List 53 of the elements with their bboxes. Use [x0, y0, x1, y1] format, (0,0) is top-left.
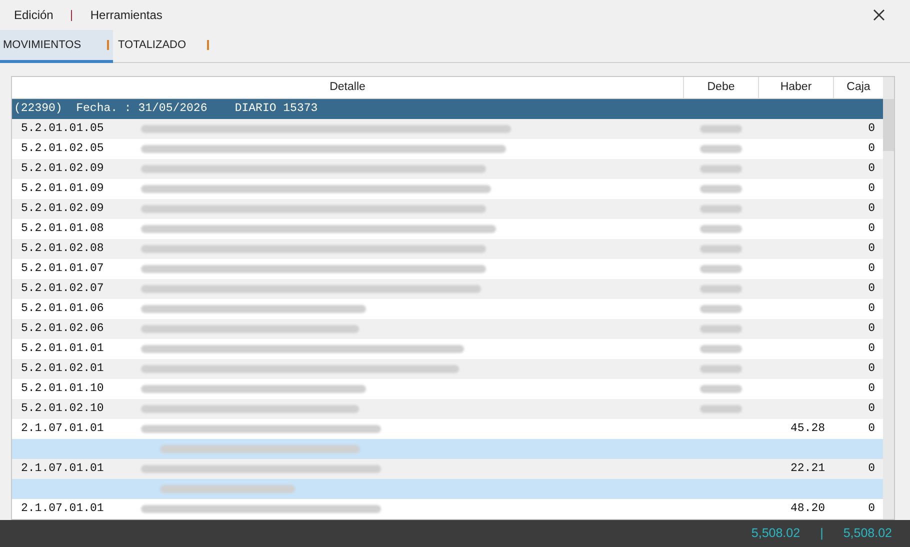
column-header[interactable]: Haber — [758, 77, 833, 98]
haber-amount: 45.28 — [790, 422, 825, 435]
account-code: 5.2.01.01.07 — [21, 262, 104, 275]
account-code: 5.2.01.02.09 — [21, 162, 104, 175]
caja-value: 0 — [868, 282, 875, 295]
caja-value: 0 — [868, 122, 875, 135]
account-code: 5.2.01.02.05 — [21, 142, 104, 155]
menu-item[interactable]: Edición — [14, 6, 54, 24]
group-row: (22390) Fecha. : 31/05/2026 DIARIO 15373 — [12, 99, 883, 119]
total-separator: | — [820, 525, 824, 542]
account-code: 5.2.01.02.06 — [21, 322, 104, 335]
close-icon[interactable] — [872, 8, 886, 22]
column-header[interactable]: Detalle — [12, 77, 683, 98]
caja-value: 0 — [868, 342, 875, 355]
caja-value: 0 — [868, 262, 875, 275]
account-code: 2.1.07.01.01 — [21, 462, 104, 475]
haber-amount: 22.21 — [790, 462, 825, 475]
tab[interactable]: TOTALIZADO — [113, 30, 213, 63]
account-code: 5.2.01.01.09 — [21, 182, 104, 195]
account-code: 2.1.07.01.01 — [21, 502, 104, 515]
haber-amount: 48.20 — [790, 502, 825, 515]
caja-value: 0 — [868, 182, 875, 195]
caja-value: 0 — [868, 322, 875, 335]
caja-value: 0 — [868, 242, 875, 255]
haber-total: 5,508.02 — [843, 525, 892, 542]
account-code: 2.1.07.01.01 — [21, 422, 104, 435]
column-header[interactable]: Debe — [683, 77, 758, 98]
account-code: 5.2.01.02.09 — [21, 202, 104, 215]
account-code: 5.2.01.02.07 — [21, 282, 104, 295]
account-code: 5.2.01.01.08 — [21, 222, 104, 235]
caja-value: 0 — [868, 362, 875, 375]
scrollbar-thumb[interactable] — [883, 99, 894, 151]
menu-item[interactable]: Herramientas — [90, 6, 162, 24]
account-code: 5.2.01.01.10 — [21, 382, 104, 395]
debe-total: 5,508.02 — [751, 525, 800, 542]
account-code: 5.2.01.01.06 — [21, 302, 104, 315]
caja-value: 0 — [868, 162, 875, 175]
account-code: 5.2.01.02.08 — [21, 242, 104, 255]
account-code: 5.2.01.02.10 — [21, 402, 104, 415]
caja-value: 0 — [868, 302, 875, 315]
scrollbar[interactable] — [883, 77, 894, 519]
account-code: 5.2.01.02.01 — [21, 362, 104, 375]
account-code: 5.2.01.01.01 — [21, 342, 104, 355]
tab[interactable]: MOVIMIENTOS — [0, 30, 113, 63]
account-code: 5.2.01.01.05 — [21, 122, 104, 135]
caja-value: 0 — [868, 142, 875, 155]
caja-value: 0 — [868, 422, 875, 435]
caja-value: 0 — [868, 402, 875, 415]
caja-value: 0 — [868, 382, 875, 395]
caja-value: 0 — [868, 462, 875, 475]
caja-value: 0 — [868, 222, 875, 235]
caja-value: 0 — [868, 502, 875, 515]
caja-value: 0 — [868, 202, 875, 215]
